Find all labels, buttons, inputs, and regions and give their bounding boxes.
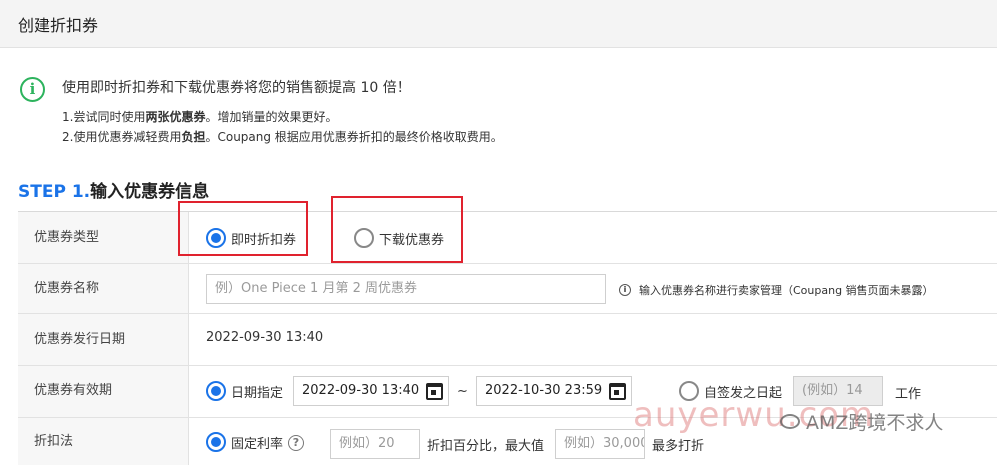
- calendar-icon[interactable]: [609, 383, 626, 400]
- radio-checked-icon: [206, 381, 226, 401]
- wechat-icon: [780, 414, 800, 429]
- coupon-name-hint: i 输入优惠券名称进行卖家管理（Coupang 销售页面未暴露）: [619, 282, 934, 298]
- row-issue-date: 优惠券发行日期 2022-09-30 13:40: [18, 314, 997, 366]
- validity-label: 优惠券有效期: [18, 366, 189, 417]
- step-title: 输入优惠券信息: [90, 182, 210, 202]
- coupon-type-label: 优惠券类型: [18, 212, 189, 263]
- radio-fixed-rate[interactable]: 固定利率: [206, 432, 283, 452]
- notice-headline: 使用即时折扣券和下载优惠券将您的销售额提高 10 倍！: [62, 80, 411, 96]
- discount-rate-input[interactable]: 例如）20: [330, 429, 420, 459]
- calendar-icon[interactable]: [426, 383, 443, 400]
- highlight-box-instant: [178, 201, 308, 256]
- page-title: 创建折扣券: [18, 16, 99, 35]
- coupon-name-label: 优惠券名称: [18, 264, 189, 313]
- radio-checked-icon: [206, 432, 226, 452]
- notice-tip-2: 2.使用优惠券减轻费用负担。Coupang 根据应用优惠券折扣的最终价格收取费用…: [62, 130, 503, 144]
- notice-tip-1: 1.尝试同时使用两张优惠券。增加销量的效果更好。: [62, 110, 338, 124]
- discount-max-unit: 最多打折: [652, 439, 705, 454]
- coupon-form: 优惠券类型 即时折扣券 下载优惠券 优惠券名称 例）One Piece 1 月第…: [18, 211, 997, 465]
- issue-date-value: 2022-09-30 13:40: [206, 330, 324, 345]
- discount-method-label: 折扣法: [18, 418, 189, 465]
- help-icon[interactable]: ?: [288, 435, 304, 451]
- step-heading: STEP 1.输入优惠券信息: [18, 177, 209, 202]
- highlight-box-download: [331, 196, 463, 263]
- watermark-brand: AMZ跨境不求人: [780, 408, 943, 435]
- info-small-icon: i: [619, 284, 631, 296]
- coupon-name-input[interactable]: 例）One Piece 1 月第 2 周优惠券: [206, 274, 606, 304]
- page-header: 创建折扣券: [0, 0, 997, 48]
- validity-days-unit: 工作: [895, 387, 922, 402]
- discount-max-input[interactable]: 例如）30,000: [555, 429, 645, 459]
- date-range-separator: ~: [457, 384, 468, 399]
- issue-date-label: 优惠券发行日期: [18, 314, 189, 365]
- step-number: STEP 1.: [18, 182, 91, 202]
- discount-percent-text: 折扣百分比，最大值: [427, 439, 545, 454]
- radio-date-specified[interactable]: 日期指定: [206, 381, 283, 401]
- row-coupon-type: 优惠券类型 即时折扣券 下载优惠券: [18, 212, 997, 264]
- row-coupon-name: 优惠券名称 例）One Piece 1 月第 2 周优惠券 i 输入优惠券名称进…: [18, 264, 997, 314]
- info-icon: i: [20, 77, 45, 102]
